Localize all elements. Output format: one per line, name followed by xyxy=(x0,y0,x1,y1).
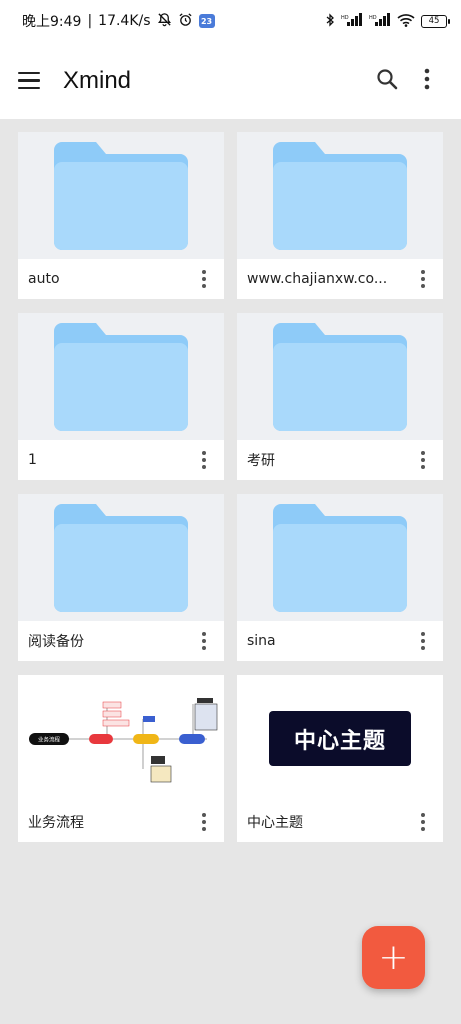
card-footer: sina xyxy=(237,621,443,661)
card-footer: www.chajianxw.co... xyxy=(237,259,443,299)
folder-icon xyxy=(54,322,188,431)
menu-icon[interactable] xyxy=(18,68,44,94)
card-more-icon[interactable] xyxy=(193,811,215,833)
signal-hd-1-icon: HD xyxy=(341,12,363,30)
central-topic-preview: 中心主题 xyxy=(269,711,411,766)
plus-icon: + xyxy=(378,937,409,978)
card-footer: 业务流程 xyxy=(18,802,224,842)
folder-card[interactable]: 1 xyxy=(18,313,224,480)
battery-icon: 45 xyxy=(421,14,450,28)
wifi-icon xyxy=(397,13,415,30)
status-divider: | xyxy=(87,13,93,29)
card-name: auto xyxy=(28,271,60,287)
folder-icon xyxy=(273,141,407,250)
app-bar: Xmind xyxy=(0,42,461,119)
folder-thumbnail xyxy=(18,494,224,621)
status-right: HD HD 45 xyxy=(325,12,450,30)
card-name: 1 xyxy=(28,452,37,468)
mindmap-preview-image: 业务流程 xyxy=(29,697,218,782)
folder-icon xyxy=(273,503,407,612)
card-footer: 考研 xyxy=(237,440,443,480)
search-button[interactable] xyxy=(367,61,407,101)
status-bar: 晚上9:49 | 17.4K/s 23 HD HD 45 xyxy=(0,0,461,42)
folder-icon xyxy=(54,503,188,612)
mindmap-card[interactable]: 中心主题 中心主题 xyxy=(237,675,443,842)
folder-card[interactable]: sina xyxy=(237,494,443,661)
card-more-icon[interactable] xyxy=(412,449,434,471)
status-left: 晚上9:49 | 17.4K/s 23 xyxy=(22,11,215,31)
topic-thumbnail: 中心主题 xyxy=(237,675,443,802)
file-grid: auto www.chajianxw.co... 1 考研 阅读备份 sina … xyxy=(18,132,443,842)
card-name: 阅读备份 xyxy=(28,634,84,650)
card-name: 业务流程 xyxy=(28,815,84,831)
card-footer: auto xyxy=(18,259,224,299)
card-name: sina xyxy=(247,633,276,649)
status-time: 晚上9:49 xyxy=(22,14,82,30)
card-more-icon[interactable] xyxy=(412,268,434,290)
card-name: 考研 xyxy=(247,453,275,469)
folder-thumbnail xyxy=(237,494,443,621)
card-footer: 阅读备份 xyxy=(18,621,224,661)
add-button[interactable]: + xyxy=(362,926,425,989)
card-footer: 1 xyxy=(18,440,224,480)
card-more-icon[interactable] xyxy=(412,811,434,833)
signal-hd-2-icon: HD xyxy=(369,12,391,30)
folder-thumbnail xyxy=(18,313,224,440)
card-name: www.chajianxw.co... xyxy=(247,271,388,287)
folder-icon xyxy=(273,322,407,431)
search-icon xyxy=(376,68,398,94)
bluetooth-icon xyxy=(325,12,335,30)
mindmap-root-label: 业务流程 xyxy=(38,735,61,743)
card-more-icon[interactable] xyxy=(193,449,215,471)
alarm-icon xyxy=(178,12,193,31)
card-name: 中心主题 xyxy=(247,815,303,831)
folder-card[interactable]: 阅读备份 xyxy=(18,494,224,661)
mindmap-thumbnail: 业务流程 xyxy=(18,675,224,802)
bell-off-icon xyxy=(157,12,172,31)
folder-thumbnail xyxy=(237,313,443,440)
svg-text:HD: HD xyxy=(341,15,349,21)
status-speed: 17.4K/s xyxy=(98,13,151,29)
app-notification-icon: 23 xyxy=(198,14,215,28)
card-footer: 中心主题 xyxy=(237,802,443,842)
overflow-menu-button[interactable] xyxy=(407,61,447,101)
folder-card[interactable]: www.chajianxw.co... xyxy=(237,132,443,299)
more-vert-icon xyxy=(424,68,430,94)
folder-thumbnail xyxy=(237,132,443,259)
folder-icon xyxy=(54,141,188,250)
card-more-icon[interactable] xyxy=(193,630,215,652)
folder-card[interactable]: 考研 xyxy=(237,313,443,480)
card-more-icon[interactable] xyxy=(193,268,215,290)
svg-text:HD: HD xyxy=(369,15,377,21)
app-title: Xmind xyxy=(63,66,132,94)
folder-thumbnail xyxy=(18,132,224,259)
card-more-icon[interactable] xyxy=(412,630,434,652)
folder-card[interactable]: auto xyxy=(18,132,224,299)
mindmap-card[interactable]: 业务流程 业务流程 xyxy=(18,675,224,842)
